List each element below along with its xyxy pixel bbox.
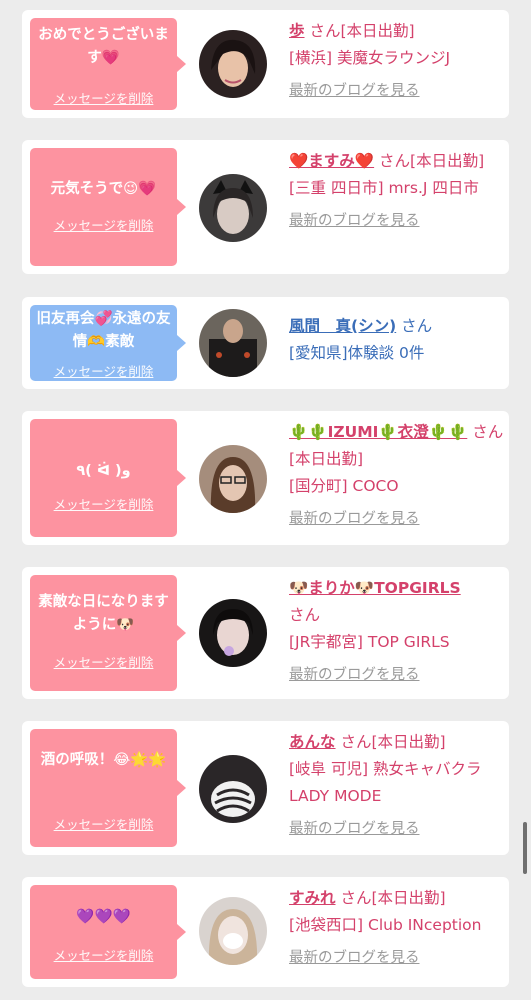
message-text: 素敵な日になりますように🐶 <box>38 594 169 633</box>
message-bubble: 元気そうで😉💗 メッセージを削除 <box>30 148 186 266</box>
woman-portrait-icon <box>199 30 267 98</box>
cast-name-link[interactable]: 歩 <box>289 22 305 40</box>
cast-name-link[interactable]: ❤️ますみ❤️ <box>289 152 374 170</box>
cast-info: 🐶まりか🐶TOPGIRLS さん [JR宇都宮] TOP GIRLS 最新のブロ… <box>289 575 505 689</box>
cast-info: 歩 さん[本日出勤] [横浜] 美魔女ラウンジJ 最新のブログを見る <box>289 18 505 105</box>
blog-link[interactable]: 最新のブログを見る <box>289 945 505 972</box>
cast-name-link[interactable]: 🐶まりか🐶TOPGIRLS <box>289 579 461 597</box>
scrollbar[interactable] <box>523 822 527 874</box>
woman-glasses-portrait-icon <box>199 445 267 513</box>
message-bubble: おめでとうございます💗 メッセージを削除 <box>30 18 186 110</box>
cast-info: ❤️ますみ❤️ さん[本日出勤] [三重 四日市] mrs.J 四日市 最新のブ… <box>289 148 505 235</box>
message-text: ٩( ᐛ )و <box>76 463 131 479</box>
shop-name: [JR宇都宮] TOP GIRLS <box>289 633 450 651</box>
blurred-portrait-icon <box>199 755 267 823</box>
avatar[interactable] <box>199 445 267 513</box>
shop-name: [三重 四日市] mrs.J 四日市 <box>289 179 479 197</box>
message-text: 酒の呼吸！😂🌟🌟 <box>40 752 167 768</box>
man-portrait-icon <box>199 309 267 377</box>
avatar[interactable] <box>199 599 267 667</box>
cast-suffix: さん[本日出勤] <box>340 733 446 751</box>
delete-message-link[interactable]: メッセージを削除 <box>30 814 177 833</box>
cast-suffix: さん[本日出勤] <box>340 889 446 907</box>
blog-link[interactable]: 最新のブログを見る <box>289 506 505 533</box>
delete-message-link[interactable]: メッセージを削除 <box>30 215 177 234</box>
message-bubble: ٩( ᐛ )و メッセージを削除 <box>30 419 186 537</box>
shop-name: [国分町] COCO <box>289 477 399 495</box>
delete-message-link[interactable]: メッセージを削除 <box>30 652 177 671</box>
cast-name-link[interactable]: すみれ <box>289 889 336 907</box>
blog-link[interactable]: 最新のブログを見る <box>289 662 505 689</box>
cast-info: すみれ さん[本日出勤] [池袋西口] Club INception 最新のブロ… <box>289 885 505 972</box>
message-card: 酒の呼吸！😂🌟🌟 メッセージを削除 あんな さん[本日出勤] [岐阜 可児] 熟… <box>22 721 509 855</box>
blonde-portrait-icon <box>199 897 267 965</box>
avatar[interactable] <box>199 755 267 823</box>
cast-suffix: さん <box>289 606 321 624</box>
message-card: 元気そうで😉💗 メッセージを削除 ❤️ますみ❤️ さん[本日出勤] [三重 四日… <box>22 140 509 274</box>
cast-info: あんな さん[本日出勤] [岐阜 可児] 熟女キャバクラ LADY MODE 最… <box>289 729 505 843</box>
cat-ear-portrait-icon <box>199 174 267 242</box>
blog-link[interactable]: 最新のブログを見る <box>289 208 505 235</box>
blog-link[interactable]: 最新のブログを見る <box>289 78 505 105</box>
avatar[interactable] <box>199 309 267 377</box>
cast-suffix: さん[本日出勤] <box>309 22 415 40</box>
shop-name: [横浜] 美魔女ラウンジJ <box>289 49 451 67</box>
avatar[interactable] <box>199 30 267 98</box>
delete-message-link[interactable]: メッセージを削除 <box>30 361 177 380</box>
delete-message-link[interactable]: メッセージを削除 <box>30 945 177 964</box>
cast-suffix: さん <box>401 317 433 335</box>
cast-info: 風間 真(シン) さん [愛知県]体験談 0件 <box>289 313 505 367</box>
delete-message-link[interactable]: メッセージを削除 <box>30 88 177 107</box>
message-text: おめでとうございます💗 <box>38 27 169 66</box>
message-bubble: 酒の呼吸！😂🌟🌟 メッセージを削除 <box>30 729 186 847</box>
blog-link[interactable]: 最新のブログを見る <box>289 816 505 843</box>
delete-message-link[interactable]: メッセージを削除 <box>30 494 177 513</box>
message-card: 旧友再会💞永遠の友情🫶素敵 メッセージを削除 風間 真(シン) さん [愛知県]… <box>22 297 509 389</box>
avatar[interactable] <box>199 897 267 965</box>
message-card: 素敵な日になりますように🐶 メッセージを削除 🐶まりか🐶TOPGIRLS さん … <box>22 567 509 699</box>
message-bubble: 💜💜💜 メッセージを削除 <box>30 885 186 979</box>
shop-name: [池袋西口] Club INception <box>289 916 482 934</box>
message-text: 旧友再会💞永遠の友情🫶素敵 <box>36 311 171 350</box>
cast-name-link[interactable]: 風間 真(シン) <box>289 317 396 335</box>
cast-info: 🌵🌵IZUMI🌵衣澄🌵🌵 さん[本日出勤] [国分町] COCO 最新のブログを… <box>289 419 505 533</box>
review-count: [愛知県]体験談 0件 <box>289 344 425 362</box>
message-card: おめでとうございます💗 メッセージを削除 歩 さん[本日出勤] [横浜] 美魔女… <box>22 10 509 118</box>
message-card: ٩( ᐛ )و メッセージを削除 🌵🌵IZUMI🌵衣澄🌵🌵 さん[本日出勤] [… <box>22 411 509 545</box>
message-bubble: 旧友再会💞永遠の友情🫶素敵 メッセージを削除 <box>30 305 186 381</box>
cast-name-link[interactable]: あんな <box>289 733 336 751</box>
cast-name-link[interactable]: 🌵🌵IZUMI🌵衣澄🌵🌵 <box>289 423 467 441</box>
shop-name: [岐阜 可児] 熟女キャバクラ LADY MODE <box>289 760 482 805</box>
message-text: 元気そうで😉💗 <box>50 181 157 197</box>
cast-suffix: さん[本日出勤] <box>379 152 485 170</box>
message-card: 💜💜💜 メッセージを削除 すみれ さん[本日出勤] [池袋西口] Club IN… <box>22 877 509 987</box>
girl-portrait-icon <box>199 599 267 667</box>
message-text: 💜💜💜 <box>76 909 131 925</box>
message-bubble: 素敵な日になりますように🐶 メッセージを削除 <box>30 575 186 691</box>
avatar[interactable] <box>199 174 267 242</box>
